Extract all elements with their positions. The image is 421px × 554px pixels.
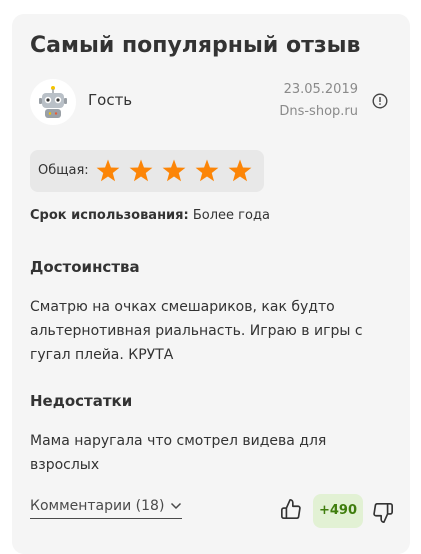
review-card: Самый популярный отзыв Гость 23.05.2019 … — [12, 14, 410, 554]
rating-box: Общая: — [30, 150, 264, 192]
info-icon[interactable] — [372, 93, 388, 109]
review-date: 23.05.2019 — [283, 82, 358, 97]
rating-star-icon — [195, 159, 219, 182]
thumbs-down-icon[interactable] — [372, 502, 394, 524]
rating-star-icon — [162, 159, 186, 182]
thumbs-up-icon[interactable] — [280, 498, 302, 520]
chevron-down-icon — [170, 498, 182, 514]
robot-icon — [39, 86, 67, 118]
usage-term-label: Срок использования: — [30, 208, 189, 223]
cons-title: Недостатки — [30, 392, 133, 410]
review-section-title: Самый популярный отзыв — [30, 33, 361, 58]
comments-toggle[interactable]: Комментарии (18) — [30, 498, 183, 519]
rating-label: Общая: — [38, 163, 89, 178]
rating-star-icon — [228, 159, 252, 182]
rating-stars — [96, 159, 252, 182]
pros-text: Сматрю на очках смешариков, как будто ал… — [30, 299, 363, 363]
usage-term: Срок использования: Более года — [30, 208, 270, 223]
author-name: Гость — [88, 91, 133, 109]
rating-star-icon — [129, 159, 153, 182]
votes-count: +490 — [313, 494, 363, 528]
author-avatar — [30, 79, 76, 125]
review-source: Dns-shop.ru — [279, 104, 358, 119]
rating-star-icon — [96, 159, 120, 182]
cons-text: Мама наругала что смотрел видева для взр… — [30, 433, 327, 473]
pros-title: Достоинства — [30, 258, 140, 276]
usage-term-value: Более года — [192, 208, 270, 223]
comments-label: Комментарии (18) — [30, 498, 165, 514]
